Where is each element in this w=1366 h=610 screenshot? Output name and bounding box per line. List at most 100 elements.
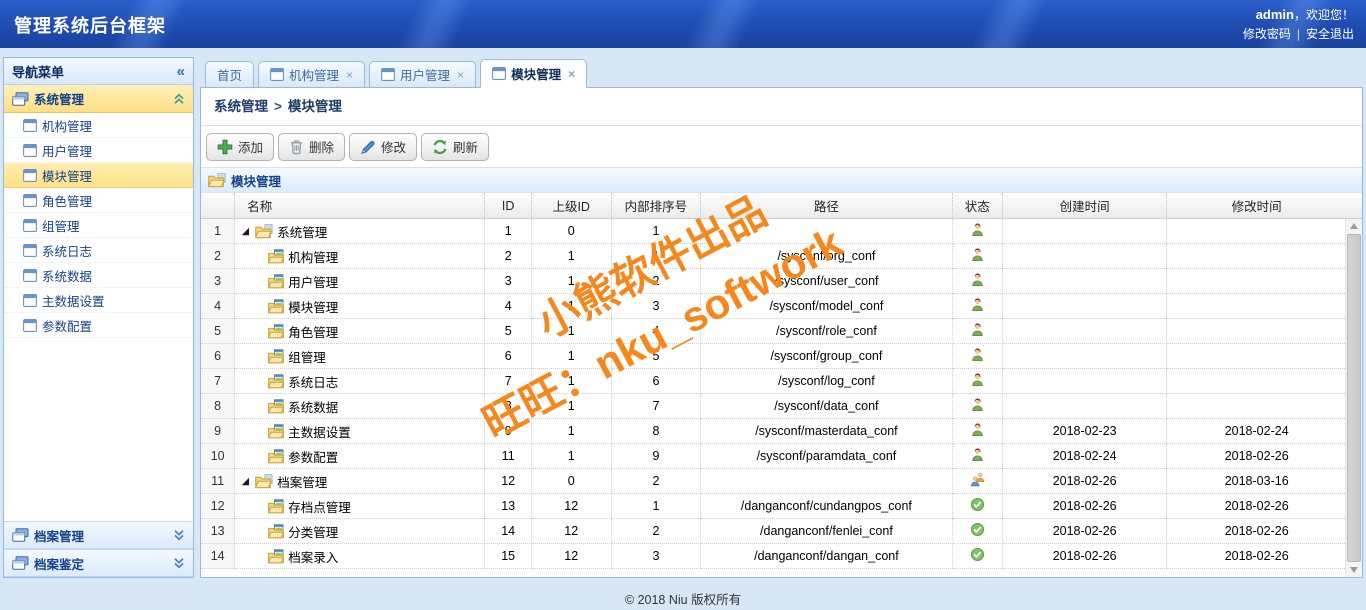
sidebar-menu: 机构管理用户管理模块管理角色管理组管理系统日志系统数据主数据设置参数配置 xyxy=(4,113,193,338)
sidebar-item-2[interactable]: 模块管理 xyxy=(4,163,193,188)
vertical-scrollbar[interactable] xyxy=(1345,219,1362,577)
row-number-cell: 12 xyxy=(201,494,235,519)
table-row[interactable]: 3用户管理312/sysconf/user_conf xyxy=(201,269,1347,294)
add-button[interactable]: 添加 xyxy=(206,133,274,161)
column-header[interactable]: 路径 xyxy=(701,193,952,219)
sidebar-item-0[interactable]: 机构管理 xyxy=(4,113,193,138)
tab-1[interactable]: 机构管理× xyxy=(258,61,365,88)
tab-close-icon[interactable]: × xyxy=(457,68,464,82)
column-header[interactable]: 名称 xyxy=(235,193,485,219)
table-row[interactable]: 4模块管理413/sysconf/model_conf xyxy=(201,294,1347,319)
refresh-button[interactable]: 刷新 xyxy=(421,133,489,161)
created-cell: 2018-02-26 xyxy=(1003,469,1167,494)
sidebar-item-3[interactable]: 角色管理 xyxy=(4,188,193,213)
row-number-cell: 10 xyxy=(201,444,235,469)
table-row[interactable]: 14档案录入15123/danganconf/dangan_conf2018-0… xyxy=(201,544,1347,569)
accordion-header-2[interactable]: 档案鉴定 xyxy=(4,549,193,577)
table-row[interactable]: 12存档点管理13121/danganconf/cundangpos_conf2… xyxy=(201,494,1347,519)
table-row[interactable]: 5角色管理514/sysconf/role_conf xyxy=(201,319,1347,344)
sort-cell: 1 xyxy=(612,219,702,244)
tab-2[interactable]: 用户管理 × xyxy=(369,61,476,88)
sidebar-item-7[interactable]: 主数据设置 xyxy=(4,288,193,313)
users-icon xyxy=(970,472,985,487)
sidebar-item-label: 角色管理 xyxy=(42,191,92,210)
table-row[interactable]: 10参数配置1119/sysconf/paramdata_conf2018-02… xyxy=(201,444,1347,469)
sidebar-item-4[interactable]: 组管理 xyxy=(4,213,193,238)
id-cell: 15 xyxy=(485,544,531,569)
table-row[interactable]: 9主数据设置918/sysconf/masterdata_conf2018-02… xyxy=(201,419,1347,444)
path-cell: /sysconf/user_conf xyxy=(701,269,952,294)
created-cell xyxy=(1003,294,1167,319)
id-cell: 13 xyxy=(485,494,531,519)
sidebar-item-label: 系统数据 xyxy=(42,266,92,285)
button-label: 修改 xyxy=(381,137,406,156)
column-header[interactable]: ID xyxy=(485,193,531,219)
user-icon xyxy=(970,447,985,462)
table-row[interactable]: 6组管理615/sysconf/group_conf xyxy=(201,344,1347,369)
folder-item-icon xyxy=(268,424,284,439)
folder-page-icon xyxy=(255,474,273,489)
delete-button[interactable]: 删除 xyxy=(278,133,345,161)
path-cell: /danganconf/dangan_conf xyxy=(701,544,952,569)
tab-close-icon[interactable]: × xyxy=(568,67,575,81)
table-row[interactable]: 7系统日志716/sysconf/log_conf xyxy=(201,369,1347,394)
status-cell xyxy=(953,394,1003,419)
scroll-up-icon[interactable] xyxy=(1346,219,1362,233)
username: admin xyxy=(1256,7,1294,22)
sidebar-item-5[interactable]: 系统日志 xyxy=(4,238,193,263)
scroll-down-icon[interactable] xyxy=(1346,563,1362,577)
table-row[interactable]: 2机构管理211/sysconf/org_conf xyxy=(201,244,1347,269)
parent-id-cell: 1 xyxy=(532,344,612,369)
window-icon xyxy=(23,319,37,332)
accordion-label: 档案管理 xyxy=(34,526,168,545)
module-name: 用户管理 xyxy=(288,272,338,291)
modified-cell: 2018-02-26 xyxy=(1167,444,1347,469)
tab-0[interactable]: 首页 xyxy=(205,61,254,88)
modified-cell xyxy=(1167,219,1347,244)
window-icon xyxy=(381,68,395,81)
parent-id-cell: 0 xyxy=(532,469,612,494)
status-cell xyxy=(953,269,1003,294)
sidebar-item-8[interactable]: 参数配置 xyxy=(4,313,193,338)
logout-link[interactable]: 安全退出 xyxy=(1306,27,1354,41)
created-cell xyxy=(1003,344,1167,369)
window-icon xyxy=(492,67,506,80)
module-name: 档案管理 xyxy=(277,472,327,491)
table-row[interactable]: 8系统数据817/sysconf/data_conf xyxy=(201,394,1347,419)
name-cell: 系统数据 xyxy=(235,394,485,419)
column-header[interactable]: 内部排序号 xyxy=(612,193,702,219)
tab-3[interactable]: 模块管理× xyxy=(480,59,587,88)
check-icon xyxy=(970,522,985,537)
breadcrumb-separator: > xyxy=(274,99,282,114)
path-cell: /sysconf/log_conf xyxy=(701,369,952,394)
sidebar-collapse-icon[interactable]: « xyxy=(177,63,185,80)
sidebar-item-label: 参数配置 xyxy=(42,316,92,335)
name-cell: 模块管理 xyxy=(235,294,485,319)
id-cell: 6 xyxy=(485,344,531,369)
scrollbar-thumb[interactable] xyxy=(1347,234,1361,562)
grid-header-row: 名称ID上级ID内部排序号路径状态创建时间修改时间 xyxy=(201,193,1347,219)
user-icon xyxy=(970,247,985,262)
edit-button[interactable]: 修改 xyxy=(349,133,417,161)
table-row[interactable]: 11档案管理12022018-02-262018-03-16 xyxy=(201,469,1347,494)
tree-expander-icon[interactable] xyxy=(241,477,251,486)
tab-label: 用户管理 xyxy=(400,65,450,84)
created-cell xyxy=(1003,219,1167,244)
accordion-header-1[interactable]: 档案管理 xyxy=(4,521,193,549)
column-header[interactable]: 上级ID xyxy=(532,193,612,219)
status-cell xyxy=(953,219,1003,244)
tree-expander-icon[interactable] xyxy=(241,227,251,236)
path-cell: /sysconf/role_conf xyxy=(701,319,952,344)
column-header[interactable]: 状态 xyxy=(953,193,1003,219)
status-cell xyxy=(953,419,1003,444)
table-row[interactable]: 13分类管理14122/danganconf/fenlei_conf2018-0… xyxy=(201,519,1347,544)
column-header[interactable]: 创建时间 xyxy=(1003,193,1167,219)
sidebar-item-1[interactable]: 用户管理 xyxy=(4,138,193,163)
sidebar-item-6[interactable]: 系统数据 xyxy=(4,263,193,288)
accordion-header-0[interactable]: 系统管理 xyxy=(4,85,193,113)
tab-close-icon[interactable]: × xyxy=(346,68,353,82)
change-password-link[interactable]: 修改密码 xyxy=(1243,27,1291,41)
table-row[interactable]: 1系统管理101 xyxy=(201,219,1347,244)
sidebar: 导航菜单 « 系统管理 机构管理用户管理模块管理角色管理组管理系统日志系统数据主… xyxy=(3,57,194,578)
column-header[interactable]: 修改时间 xyxy=(1167,193,1347,219)
